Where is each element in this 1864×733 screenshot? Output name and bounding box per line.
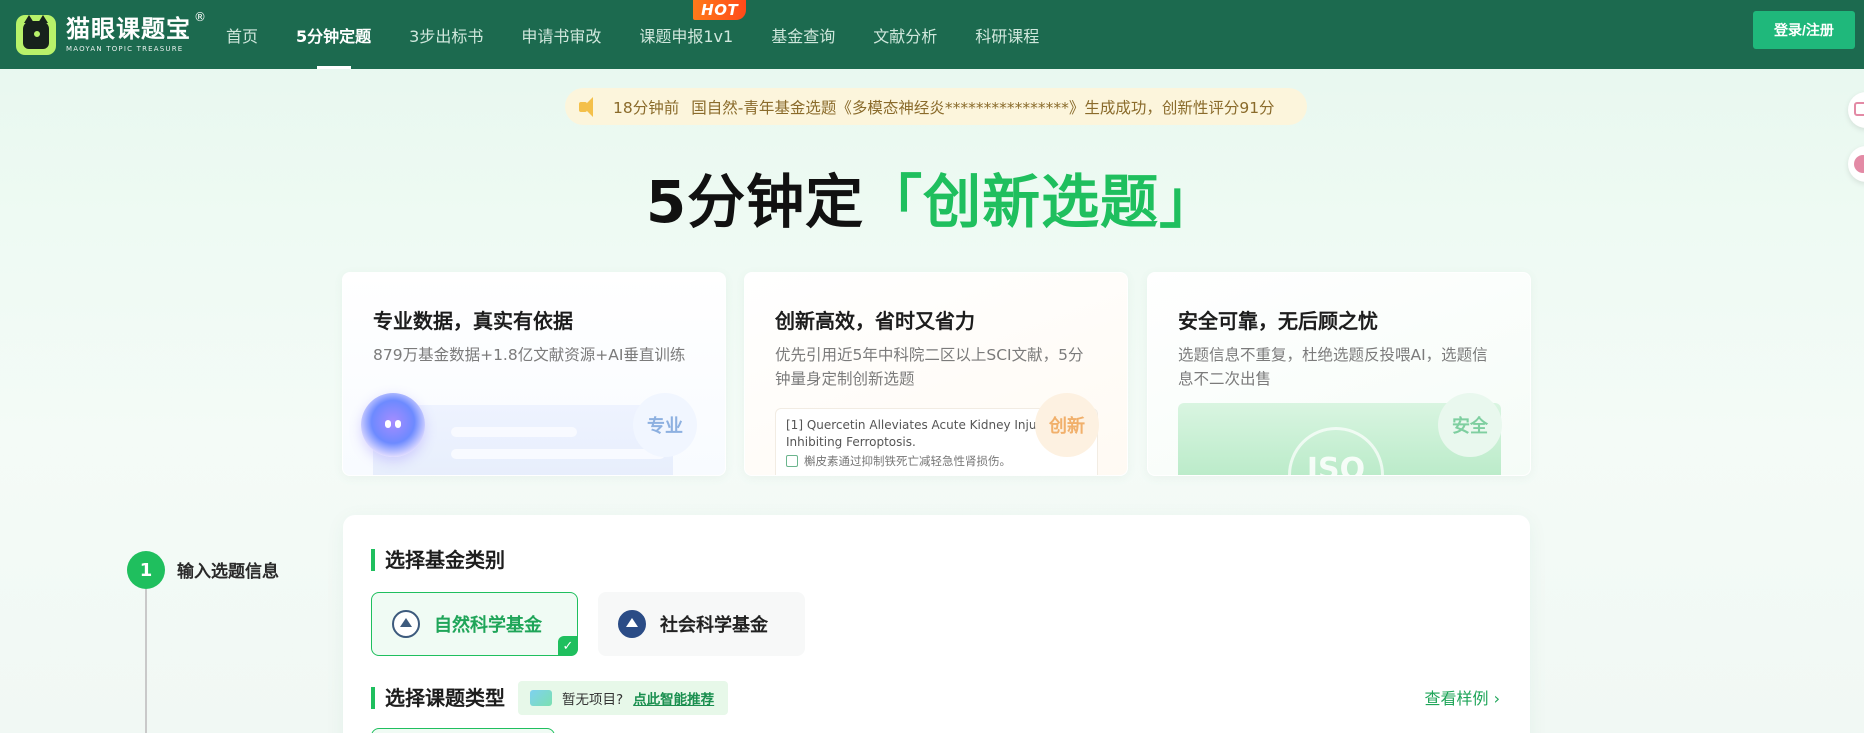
registered-mark: ®: [194, 10, 207, 24]
feature-desc: 优先引用近5年中科院二区以上SCI文献，5分钟量身定制创新选题: [775, 346, 1084, 388]
nsfc-logo-icon: [392, 610, 420, 638]
speaker-icon: [577, 96, 599, 118]
chevron-right-icon: ›: [1493, 689, 1500, 708]
main-menu: 首页 5分钟定题 3步出标书 申请书审改 课题申报1v1 HOT 基金查询 文献…: [207, 0, 1058, 69]
feature-badge: 创新: [1035, 393, 1099, 457]
nav-item-application-review[interactable]: 申请书审改: [502, 0, 620, 69]
notice-message: 国自然-青年基金选题《多模态神经炎****************》生成成功，创…: [691, 98, 1275, 117]
nav-item-research-courses[interactable]: 科研课程: [956, 0, 1058, 69]
qrcode-icon: [1854, 102, 1864, 116]
cat-logo-icon: [16, 15, 56, 55]
nav-item-5min-topic[interactable]: 5分钟定题: [277, 0, 390, 69]
feature-title: 创新高效，省时又省力: [775, 309, 975, 333]
type-section-title: 选择课题类型: [371, 687, 505, 709]
iso-seal-icon: ISO: [1288, 427, 1384, 475]
fund-option-social-science[interactable]: 社会科学基金: [598, 592, 805, 656]
top-navbar: 猫眼课题宝 ® MAOYAN TOPIC TREASURE 首页 5分钟定题 3步…: [0, 0, 1864, 69]
logo[interactable]: 猫眼课题宝 ® MAOYAN TOPIC TREASURE: [16, 10, 206, 60]
folder-icon: [530, 690, 552, 706]
hero-highlight: 「创新选题」: [864, 168, 1219, 236]
side-qrcode-widget[interactable]: [1848, 92, 1864, 128]
login-register-button[interactable]: 登录/注册: [1753, 11, 1855, 49]
feature-badge: 专业: [633, 393, 697, 457]
hero-title: 5分钟定「创新选题」: [0, 155, 1864, 239]
fund-section-title: 选择基金类别: [371, 549, 505, 571]
selected-check-icon: ✓: [558, 636, 578, 656]
feature-title: 安全可靠，无后顾之忧: [1178, 309, 1378, 333]
no-project-text: 暂无项目?: [562, 692, 624, 708]
feature-card-innovative: 创新高效，省时又省力 优先引用近5年中科院二区以上SCI文献，5分钟量身定制创新…: [744, 272, 1128, 476]
fund-option-natural-science[interactable]: 自然科学基金 ✓: [371, 592, 578, 656]
feature-card-secure: 安全可靠，无后顾之忧 选题信息不重复，杜绝选题反投喂AI，选题信息不二次出售 I…: [1147, 272, 1531, 476]
feature-desc: 879万基金数据+1.8亿文献资源+AI垂直训练: [373, 346, 686, 364]
nav-item-home[interactable]: 首页: [207, 0, 277, 69]
hero-prefix: 5分钟定: [645, 168, 865, 236]
feature-title: 专业数据，真实有依据: [373, 309, 573, 333]
view-sample-link[interactable]: 查看样例 ›: [1424, 685, 1500, 709]
feature-card-professional: 专业数据，真实有依据 879万基金数据+1.8亿文献资源+AI垂直训练 专业: [342, 272, 726, 476]
translate-icon: [786, 455, 798, 467]
logo-title: 猫眼课题宝: [66, 15, 191, 43]
smart-recommend-pill: 暂无项目? 点此智能推荐: [518, 681, 729, 715]
logo-subtitle: MAOYAN TOPIC TREASURE: [66, 45, 184, 53]
paper-sample-cn: 槲皮素通过抑制铁死亡减轻急性肾损伤。: [804, 454, 1011, 468]
feature-badge: 安全: [1438, 393, 1502, 457]
nav-item-literature-analysis[interactable]: 文献分析: [854, 0, 956, 69]
nav-item-project-1v1[interactable]: 课题申报1v1 HOT: [620, 0, 752, 69]
topic-type-option[interactable]: [371, 728, 555, 733]
topic-form-panel: 选择基金类别 自然科学基金 ✓ 社会科学基金 选择课题类型 暂无项目? 点此智能…: [343, 515, 1530, 733]
nav-item-fund-search[interactable]: 基金查询: [752, 0, 854, 69]
feature-desc: 选题信息不重复，杜绝选题反投喂AI，选题信息不二次出售: [1178, 346, 1488, 388]
step-label: 输入选题信息: [177, 562, 279, 582]
notice-time: 18分钟前: [613, 98, 680, 117]
ai-robot-icon: [361, 393, 425, 457]
hot-badge: HOT: [693, 0, 747, 20]
nssfc-logo-icon: [618, 610, 646, 638]
smart-recommend-link[interactable]: 点此智能推荐: [633, 688, 714, 708]
notice-ticker: 18分钟前 国自然-青年基金选题《多模态神经炎****************》…: [565, 88, 1307, 125]
nav-item-3step-proposal[interactable]: 3步出标书: [390, 0, 502, 69]
step-number: 1: [127, 551, 165, 589]
step-connector: [145, 589, 147, 733]
